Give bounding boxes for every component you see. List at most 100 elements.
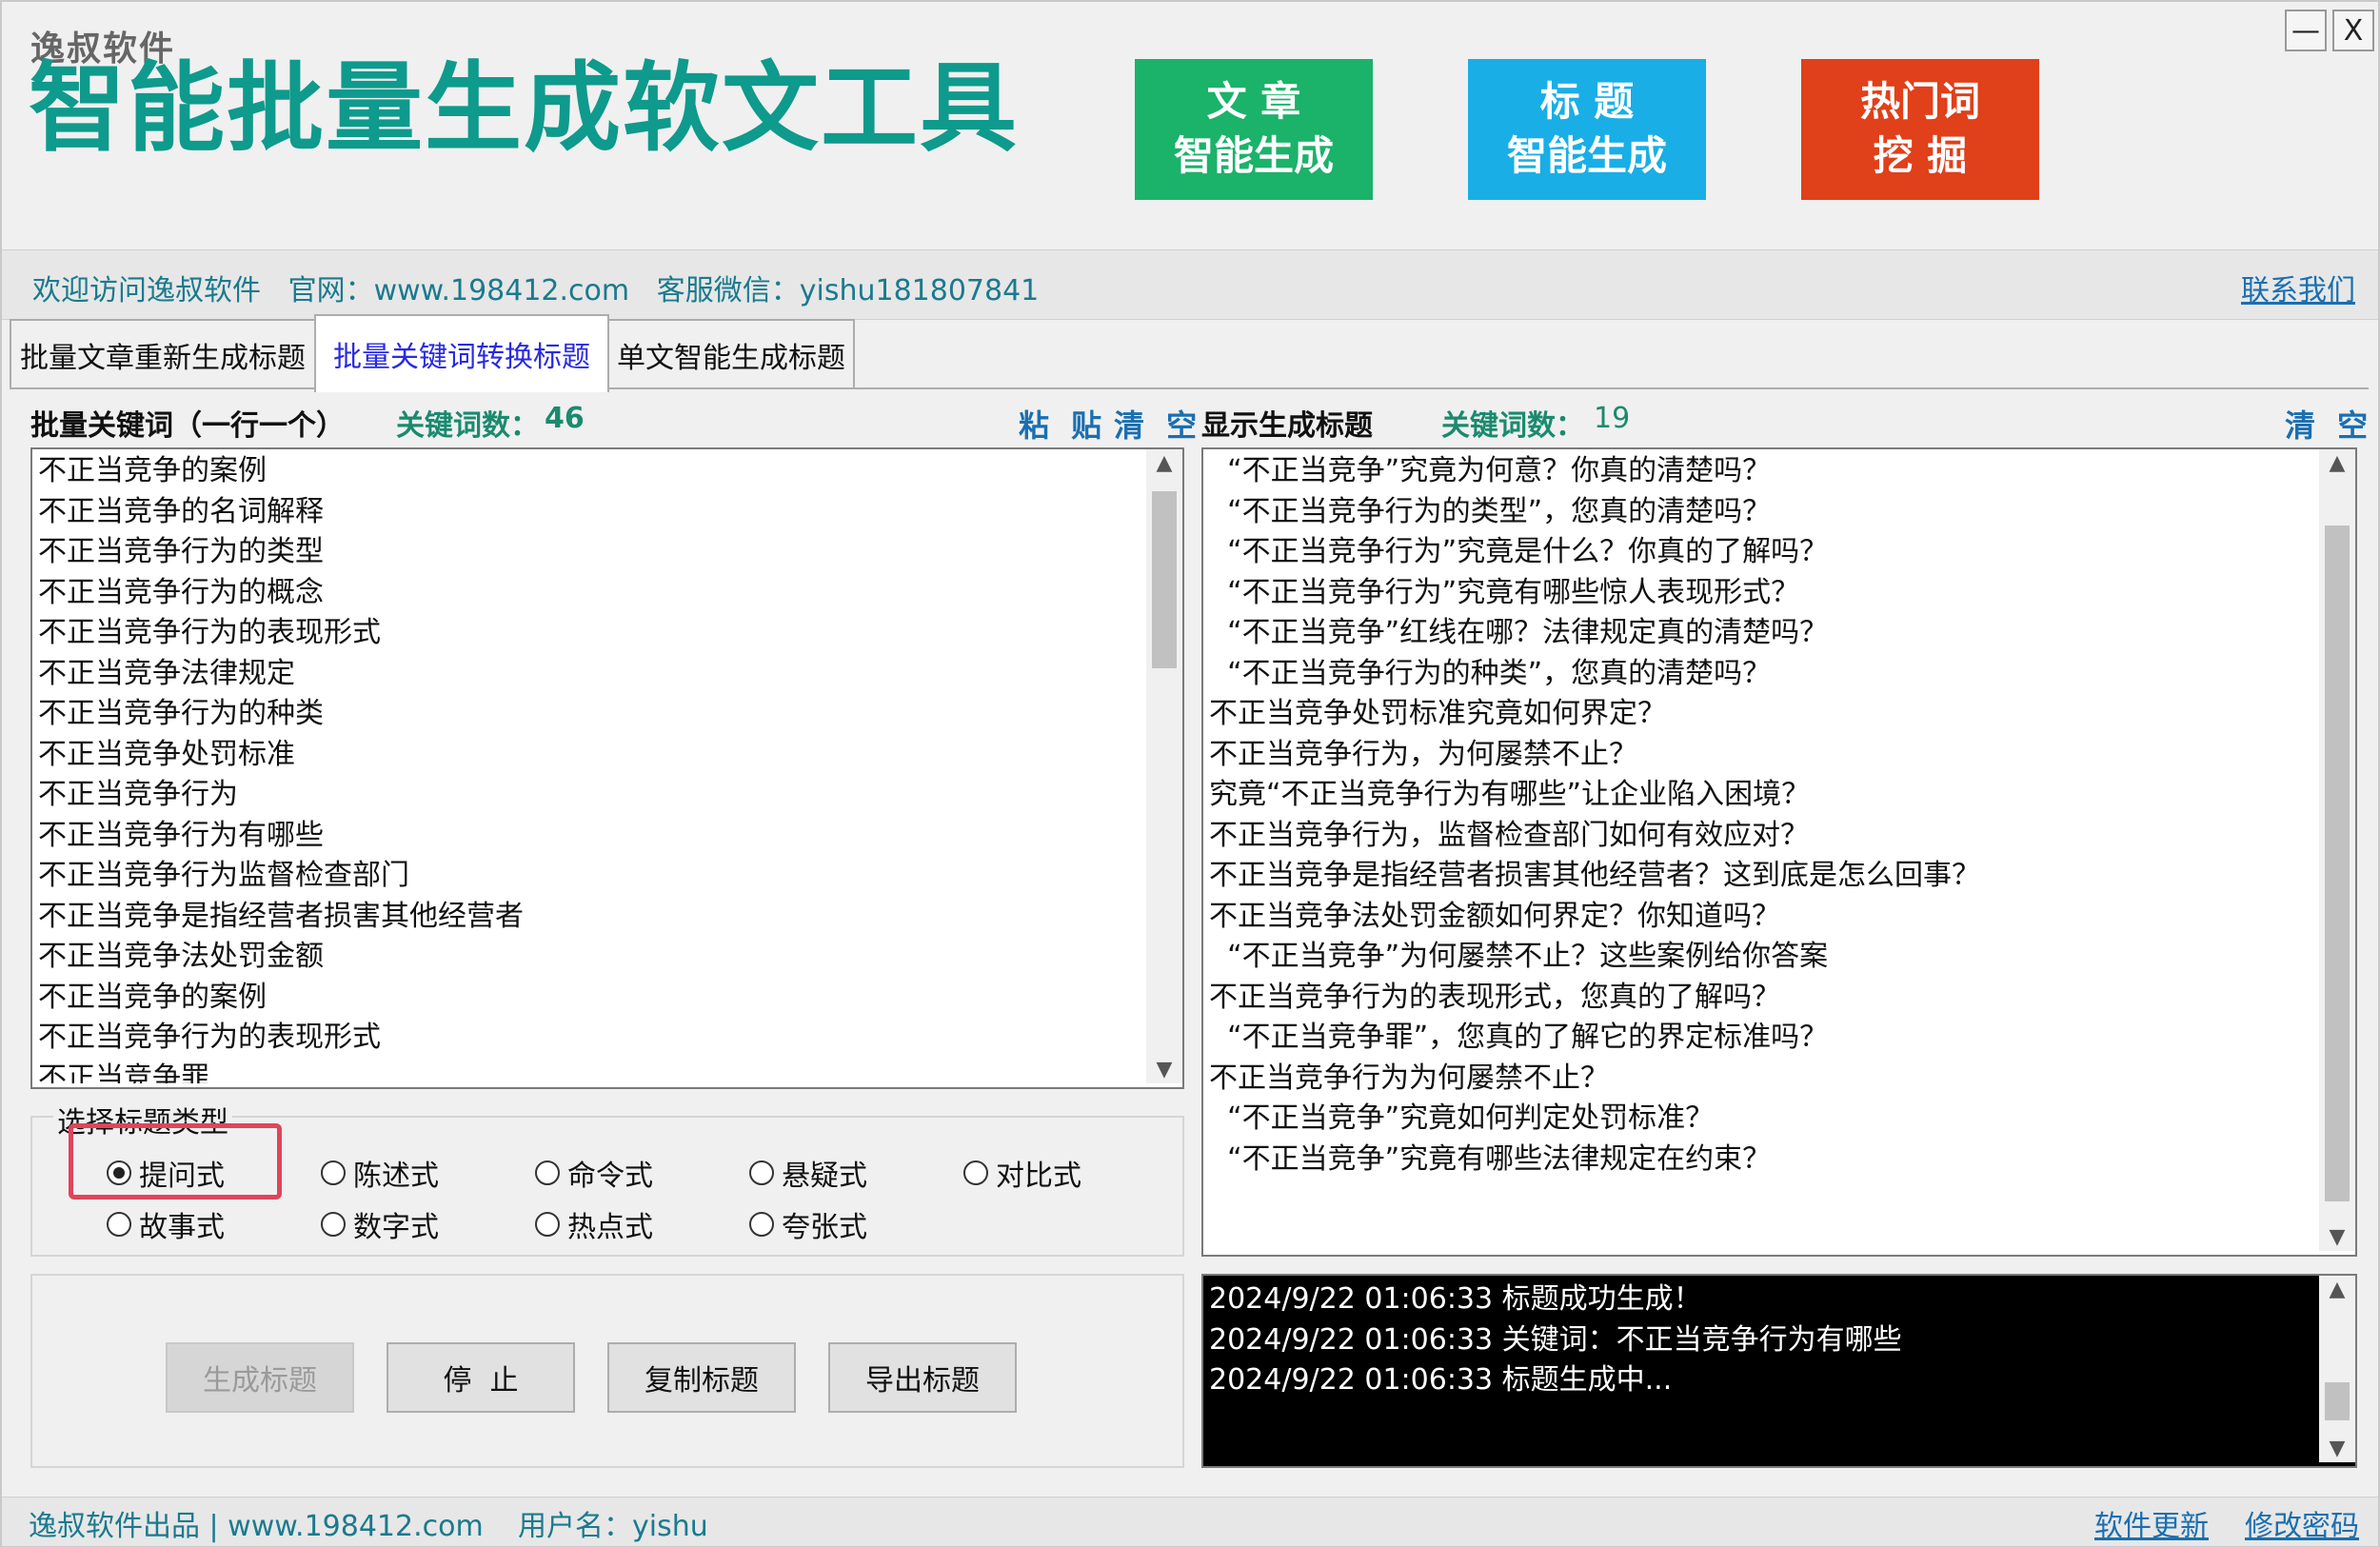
keyword-scrollbar[interactable]: ▲ ▼ xyxy=(1146,449,1182,1083)
scroll-down-icon[interactable]: ▼ xyxy=(2319,1225,2355,1249)
log-scrollbar[interactable]: ▲ ▼ xyxy=(2319,1276,2355,1462)
keyword-line: 不正当竞争法处罚金额 xyxy=(38,940,324,973)
software-update-link[interactable]: 软件更新 xyxy=(2094,1502,2209,1544)
radio-story-label: 故事式 xyxy=(139,1211,225,1244)
log-panel[interactable]: 2024/9/22 01:06:33 标题成功生成！ 2024/9/22 01:0… xyxy=(1201,1274,2357,1468)
titles-count: 19 xyxy=(1594,402,1631,435)
scroll-up-icon[interactable]: ▲ xyxy=(2319,451,2355,475)
radio-exaggerate[interactable]: 夸张式 xyxy=(749,1203,867,1245)
scroll-thumb[interactable] xyxy=(1152,491,1177,668)
keyword-line: 不正当竞争的名词解释 xyxy=(38,494,324,528)
export-titles-button[interactable]: 导出标题 xyxy=(828,1342,1017,1413)
radio-suspense-circle xyxy=(749,1160,774,1185)
keyword-line: 不正当竞争行为的表现形式 xyxy=(38,1021,381,1054)
keyword-line: 不正当竞争行为有哪些 xyxy=(38,818,324,852)
keyword-line: 不正当竞争行为的类型 xyxy=(38,535,324,568)
footer-credit: 逸叔软件出品 | www.198412.com xyxy=(29,1510,484,1543)
title-line: “不正当竞争行为”究竟是什么？你真的了解吗？ xyxy=(1209,535,1829,568)
radio-number[interactable]: 数字式 xyxy=(321,1203,439,1245)
keyword-line: 不正当竞争行为监督检查部门 xyxy=(38,859,409,892)
stop-button[interactable]: 停 止 xyxy=(387,1342,575,1413)
title-line: “不正当竞争”红线在哪？法律规定真的清楚吗？ xyxy=(1209,616,1829,649)
title-line: “不正当竞争”究竟如何判定处罚标准？ xyxy=(1209,1101,1715,1135)
keywords-count: 46 xyxy=(545,402,585,435)
log-line: 2024/9/22 01:06:33 关键词：不正当竞争行为有哪些 xyxy=(1209,1322,1902,1357)
radio-number-label: 数字式 xyxy=(353,1211,439,1244)
radio-command-label: 命令式 xyxy=(567,1160,653,1193)
generate-titles-button[interactable]: 生成标题 xyxy=(166,1342,354,1413)
title-line: “不正当竞争行为的类型”，您真的清楚吗？ xyxy=(1209,494,1772,528)
title-line: “不正当竞争”究竟有哪些法律规定在约束？ xyxy=(1209,1141,1772,1176)
scroll-down-icon[interactable]: ▼ xyxy=(1146,1058,1182,1081)
paste-button[interactable]: 粘 贴 xyxy=(1019,402,1107,446)
clear-titles-button[interactable]: 清 空 xyxy=(2285,402,2373,446)
radio-contrast-circle xyxy=(963,1160,988,1185)
title-line: 不正当竞争行为的表现形式，您真的了解吗？ xyxy=(1209,980,1780,1014)
keywords-heading: 批量关键词（一行一个） xyxy=(30,409,345,443)
app-title: 智能批量生成软文工具 xyxy=(29,52,1019,166)
keyword-line: 不正当竞争的案例 xyxy=(38,980,267,1014)
keywords-count-label: 关键词数： xyxy=(396,409,539,443)
radio-suspense-label: 悬疑式 xyxy=(782,1160,867,1193)
title-line: 不正当竞争法处罚金额如何界定？你知道吗？ xyxy=(1209,899,1780,933)
keyword-line: 不正当竞争行为的概念 xyxy=(38,575,324,609)
radio-command-circle xyxy=(535,1160,560,1185)
log-lines: 2024/9/22 01:06:33 标题成功生成！ 2024/9/22 01:0… xyxy=(1209,1279,2315,1460)
keyword-line: 不正当竞争行为 xyxy=(38,778,238,811)
title-line: 不正当竞争行为，监督检查部门如何有效应对？ xyxy=(1209,818,1809,852)
titles-heading: 显示生成标题 xyxy=(1201,409,1373,443)
app-window: 逸叔软件 智能批量生成软文工具 文 章 智能生成 标 题 智能生成 热门词 挖 … xyxy=(0,0,2380,1547)
radio-contrast[interactable]: 对比式 xyxy=(963,1152,1081,1194)
tab-single-article[interactable]: 单文智能生成标题 xyxy=(607,319,855,389)
titles-textarea[interactable]: “不正当竞争”究竟为何意？你真的清楚吗？ “不正当竞争行为的类型”，您真的清楚吗… xyxy=(1201,447,2357,1257)
keyword-list: 不正当竞争的案例 不正当竞争的名词解释 不正当竞争行为的类型 不正当竞争行为的概念 不正… xyxy=(38,451,1142,1083)
change-password-link[interactable]: 修改密码 xyxy=(2245,1502,2359,1544)
scroll-up-icon[interactable]: ▲ xyxy=(2319,1278,2355,1301)
radio-command[interactable]: 命令式 xyxy=(535,1152,653,1194)
title-line: 不正当竞争行为，为何屡禁不止？ xyxy=(1209,737,1637,771)
keyword-textarea[interactable]: 不正当竞争的案例 不正当竞争的名词解释 不正当竞争行为的类型 不正当竞争行为的概念 不正… xyxy=(30,447,1184,1089)
titles-scrollbar[interactable]: ▲ ▼ xyxy=(2319,449,2355,1251)
radio-hotspot-label: 热点式 xyxy=(567,1211,653,1244)
radio-number-circle xyxy=(321,1212,346,1237)
titles-list: “不正当竞争”究竟为何意？你真的清楚吗？ “不正当竞争行为的类型”，您真的清楚吗… xyxy=(1209,451,2315,1251)
scroll-down-icon[interactable]: ▼ xyxy=(2319,1437,2355,1460)
radio-suspense[interactable]: 悬疑式 xyxy=(749,1152,867,1194)
radio-statement[interactable]: 陈述式 xyxy=(321,1152,439,1194)
log-line: 2024/9/22 01:06:33 标题生成中... xyxy=(1209,1363,1673,1397)
info-text: 欢迎访问逸叔软件 官网：www.198412.com 客服微信：yishu181… xyxy=(32,274,1040,307)
copy-titles-button[interactable]: 复制标题 xyxy=(607,1342,796,1413)
radio-question[interactable]: 提问式 xyxy=(107,1152,225,1194)
title-line: 不正当竞争处罚标准究竟如何界定？ xyxy=(1209,697,1666,730)
clear-keywords-button[interactable]: 清 空 xyxy=(1114,402,1202,446)
radio-exaggerate-label: 夸张式 xyxy=(782,1211,867,1244)
radio-story-circle xyxy=(107,1212,131,1237)
title-line: 不正当竞争行为为何屡禁不止？ xyxy=(1209,1061,1609,1095)
scroll-thumb[interactable] xyxy=(2325,1382,2350,1420)
scroll-up-icon[interactable]: ▲ xyxy=(1146,451,1182,475)
tab-batch-keyword[interactable]: 批量关键词转换标题 xyxy=(314,314,609,392)
close-button[interactable]: X xyxy=(2332,10,2374,51)
title-generate-button[interactable]: 标 题 智能生成 xyxy=(1468,59,1706,200)
article-generate-button[interactable]: 文 章 智能生成 xyxy=(1135,59,1373,200)
hot-keyword-button[interactable]: 热门词 挖 掘 xyxy=(1801,59,2039,200)
minimize-button[interactable]: — xyxy=(2285,10,2327,51)
keyword-line: 不正当竞争行为的表现形式 xyxy=(38,616,381,649)
radio-question-label: 提问式 xyxy=(139,1160,225,1193)
keyword-line: 不正当竞争是指经营者损害其他经营者 xyxy=(38,899,524,933)
radio-statement-circle xyxy=(321,1160,346,1185)
log-line: 2024/9/22 01:06:33 标题成功生成！ xyxy=(1209,1282,1702,1316)
title-line: 不正当竞争是指经营者损害其他经营者？这到底是怎么回事？ xyxy=(1209,859,1980,892)
radio-story[interactable]: 故事式 xyxy=(107,1203,225,1245)
title-line: “不正当竞争行为”究竟有哪些惊人表现形式？ xyxy=(1209,575,1800,609)
keyword-line: 不正当竞争罪 xyxy=(38,1061,209,1084)
radio-exaggerate-circle xyxy=(749,1212,774,1237)
title-line: “不正当竞争”究竟为何意？你真的清楚吗？ xyxy=(1209,454,1772,487)
footer-user: 用户名：yishu xyxy=(518,1510,708,1543)
radio-hotspot[interactable]: 热点式 xyxy=(535,1203,653,1245)
tab-batch-article[interactable]: 批量文章重新生成标题 xyxy=(10,319,316,389)
radio-hotspot-circle xyxy=(535,1212,560,1237)
keyword-line: 不正当竞争行为的种类 xyxy=(38,697,324,730)
scroll-thumb[interactable] xyxy=(2325,526,2350,1201)
contact-us-link[interactable]: 联系我们 xyxy=(2241,267,2355,308)
